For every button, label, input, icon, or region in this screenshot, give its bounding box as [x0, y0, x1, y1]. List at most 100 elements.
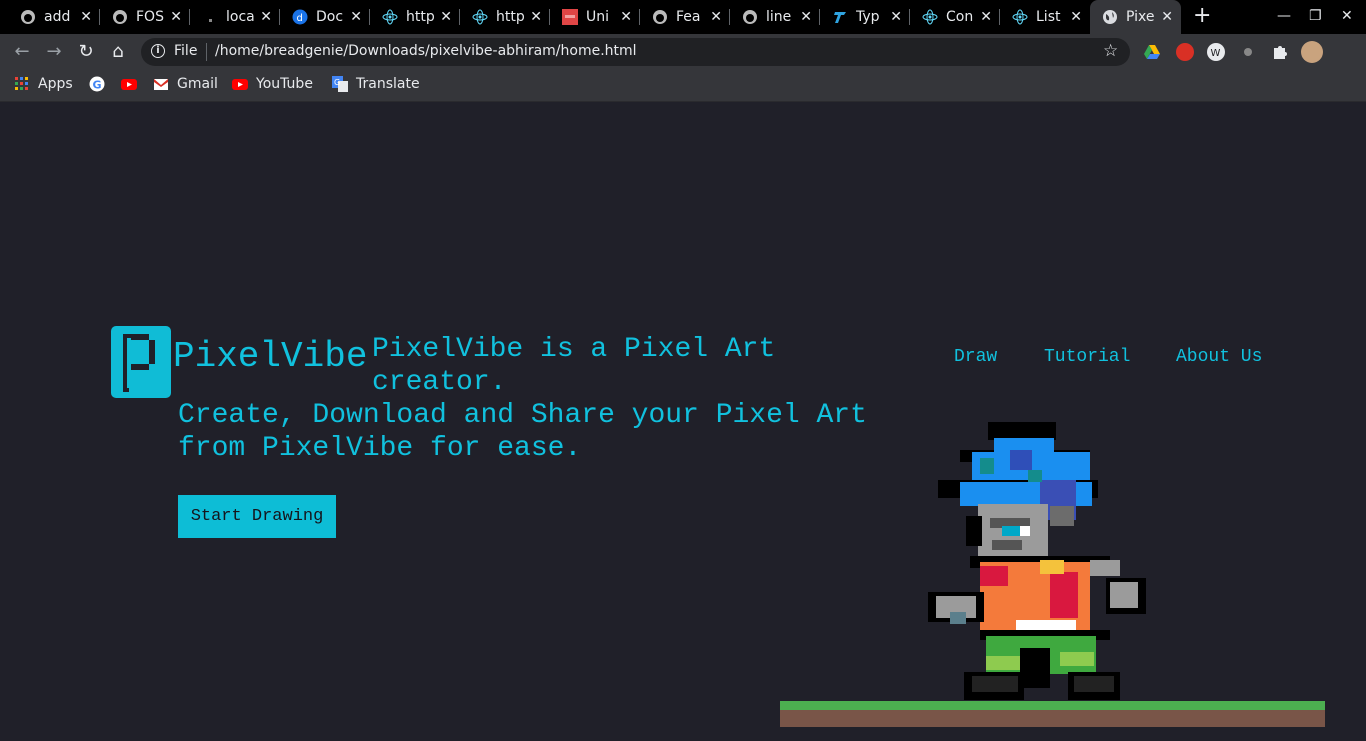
close-icon[interactable]: ✕ [260, 9, 272, 25]
pixelvibe-logo-icon [111, 326, 171, 398]
tab-title: http [496, 9, 525, 25]
home-button[interactable]: ⌂ [106, 41, 130, 63]
back-button[interactable]: ← [10, 41, 34, 63]
bookmark-label: Gmail [177, 76, 218, 92]
browser-tab[interactable]: FOS ✕ [100, 0, 190, 34]
hero-headline: PixelVibe is a Pixel Art creator. [372, 334, 776, 398]
tab-title: loca [226, 9, 255, 25]
close-icon[interactable]: ✕ [710, 9, 722, 25]
github-icon [112, 9, 128, 25]
tab-title: FOS [136, 9, 164, 25]
react-icon [922, 9, 938, 25]
tab-title: line [766, 9, 792, 25]
tab-strip: add ✕ FOS ✕ loca ✕ d Doc ✕ http ✕ http ✕… [0, 0, 1366, 34]
generic-icon [202, 9, 218, 25]
browser-tab[interactable]: http ✕ [370, 0, 460, 34]
scheme-label: File [174, 43, 198, 59]
bookmark-label: Apps [38, 76, 73, 92]
tab-title: Pixe [1126, 9, 1155, 25]
tab-title: http [406, 9, 435, 25]
tab-title: Uni [586, 9, 610, 25]
globe-icon [1102, 9, 1118, 25]
adblock-icon[interactable] [1176, 43, 1194, 61]
close-icon[interactable]: ✕ [170, 9, 182, 25]
close-icon[interactable]: ✕ [800, 9, 812, 25]
bookmark-label: Translate [356, 76, 420, 92]
github-icon [742, 9, 758, 25]
close-icon[interactable]: ✕ [890, 9, 902, 25]
unicode-icon [562, 9, 578, 25]
close-window-button[interactable]: ✕ [1341, 8, 1353, 24]
github-icon [652, 9, 668, 25]
browser-tab[interactable]: Con ✕ [910, 0, 1000, 34]
start-drawing-button[interactable]: Start Drawing [178, 495, 336, 538]
browser-tab[interactable]: http ✕ [460, 0, 550, 34]
nav-tutorial[interactable]: Tutorial [1044, 347, 1130, 367]
bookmark-star-icon[interactable]: ☆ [1103, 41, 1118, 61]
puzzle-icon[interactable] [1271, 43, 1289, 61]
tab-title: Fea [676, 9, 701, 25]
bookmark-label: YouTube [256, 76, 313, 92]
browser-tab[interactable]: Fea ✕ [640, 0, 730, 34]
bookmark-apps[interactable]: Apps [14, 76, 73, 92]
tab-title: Doc [316, 9, 344, 25]
site-brand[interactable]: PixelVibe [173, 336, 367, 377]
github-icon [20, 9, 36, 25]
hero-subline: Create, Download and Share your Pixel Ar… [178, 400, 867, 464]
tab-title: List [1036, 9, 1061, 25]
react-icon [1012, 9, 1028, 25]
close-icon[interactable]: ✕ [980, 9, 992, 25]
url-text[interactable]: /home/breadgenie/Downloads/pixelvibe-abh… [215, 43, 637, 59]
svg-text:d: d [297, 13, 303, 24]
browser-tab[interactable]: loca ✕ [190, 0, 280, 34]
close-icon[interactable]: ✕ [440, 9, 452, 25]
bookmark-youtube-icon-only[interactable] [121, 76, 145, 92]
nav-draw[interactable]: Draw [954, 347, 997, 367]
pixel-character-illustration [928, 422, 1146, 700]
browser-tab-active[interactable]: Pixe ✕ [1090, 0, 1181, 34]
close-icon[interactable]: ✕ [620, 9, 632, 25]
close-icon[interactable]: ✕ [530, 9, 542, 25]
browser-tab[interactable]: add ✕ [8, 0, 100, 34]
close-icon[interactable]: ✕ [80, 9, 92, 25]
new-tab-button[interactable]: + [1193, 5, 1211, 27]
gmail-icon [153, 76, 169, 92]
react-icon [472, 9, 488, 25]
tab-title: add [44, 9, 71, 25]
wordtune-icon[interactable]: W [1207, 43, 1225, 61]
close-icon[interactable]: ✕ [1070, 9, 1082, 25]
bookmark-gmail[interactable]: Gmail [153, 76, 218, 92]
youtube-icon [121, 76, 137, 92]
avatar[interactable] [1301, 41, 1323, 63]
nav-about-us[interactable]: About Us [1176, 347, 1262, 367]
bookmark-youtube[interactable]: YouTube [232, 76, 313, 92]
close-icon[interactable]: ✕ [350, 9, 362, 25]
svg-text:W: W [1211, 48, 1221, 59]
svg-text:G: G [93, 79, 102, 92]
browser-tab[interactable]: Typ ✕ [820, 0, 910, 34]
google-drive-icon[interactable] [1143, 43, 1161, 61]
react-icon [382, 9, 398, 25]
browser-tab[interactable]: d Doc ✕ [280, 0, 370, 34]
reload-button[interactable]: ↻ [74, 41, 98, 63]
bookmark-google[interactable]: G [89, 76, 113, 92]
typescript-icon [832, 9, 848, 25]
forward-button[interactable]: → [42, 41, 66, 63]
browser-tab[interactable]: line ✕ [730, 0, 820, 34]
close-icon[interactable]: ✕ [1161, 9, 1173, 25]
svg-text:G: G [334, 78, 340, 87]
bookmark-translate[interactable]: G Translate [332, 76, 420, 92]
translate-icon: G [332, 76, 348, 92]
browser-tab[interactable]: List ✕ [1000, 0, 1090, 34]
ground-platform [780, 701, 1325, 727]
youtube-icon [232, 76, 248, 92]
apps-grid-icon [14, 76, 30, 92]
maximize-button[interactable]: ❐ [1309, 8, 1322, 24]
docs-icon: d [292, 9, 308, 25]
info-icon[interactable]: i [151, 44, 165, 58]
minimize-button[interactable]: — [1277, 8, 1291, 24]
divider [206, 43, 207, 61]
tab-title: Con [946, 9, 974, 25]
extension-icon[interactable] [1239, 43, 1257, 61]
browser-tab[interactable]: Uni ✕ [550, 0, 640, 34]
